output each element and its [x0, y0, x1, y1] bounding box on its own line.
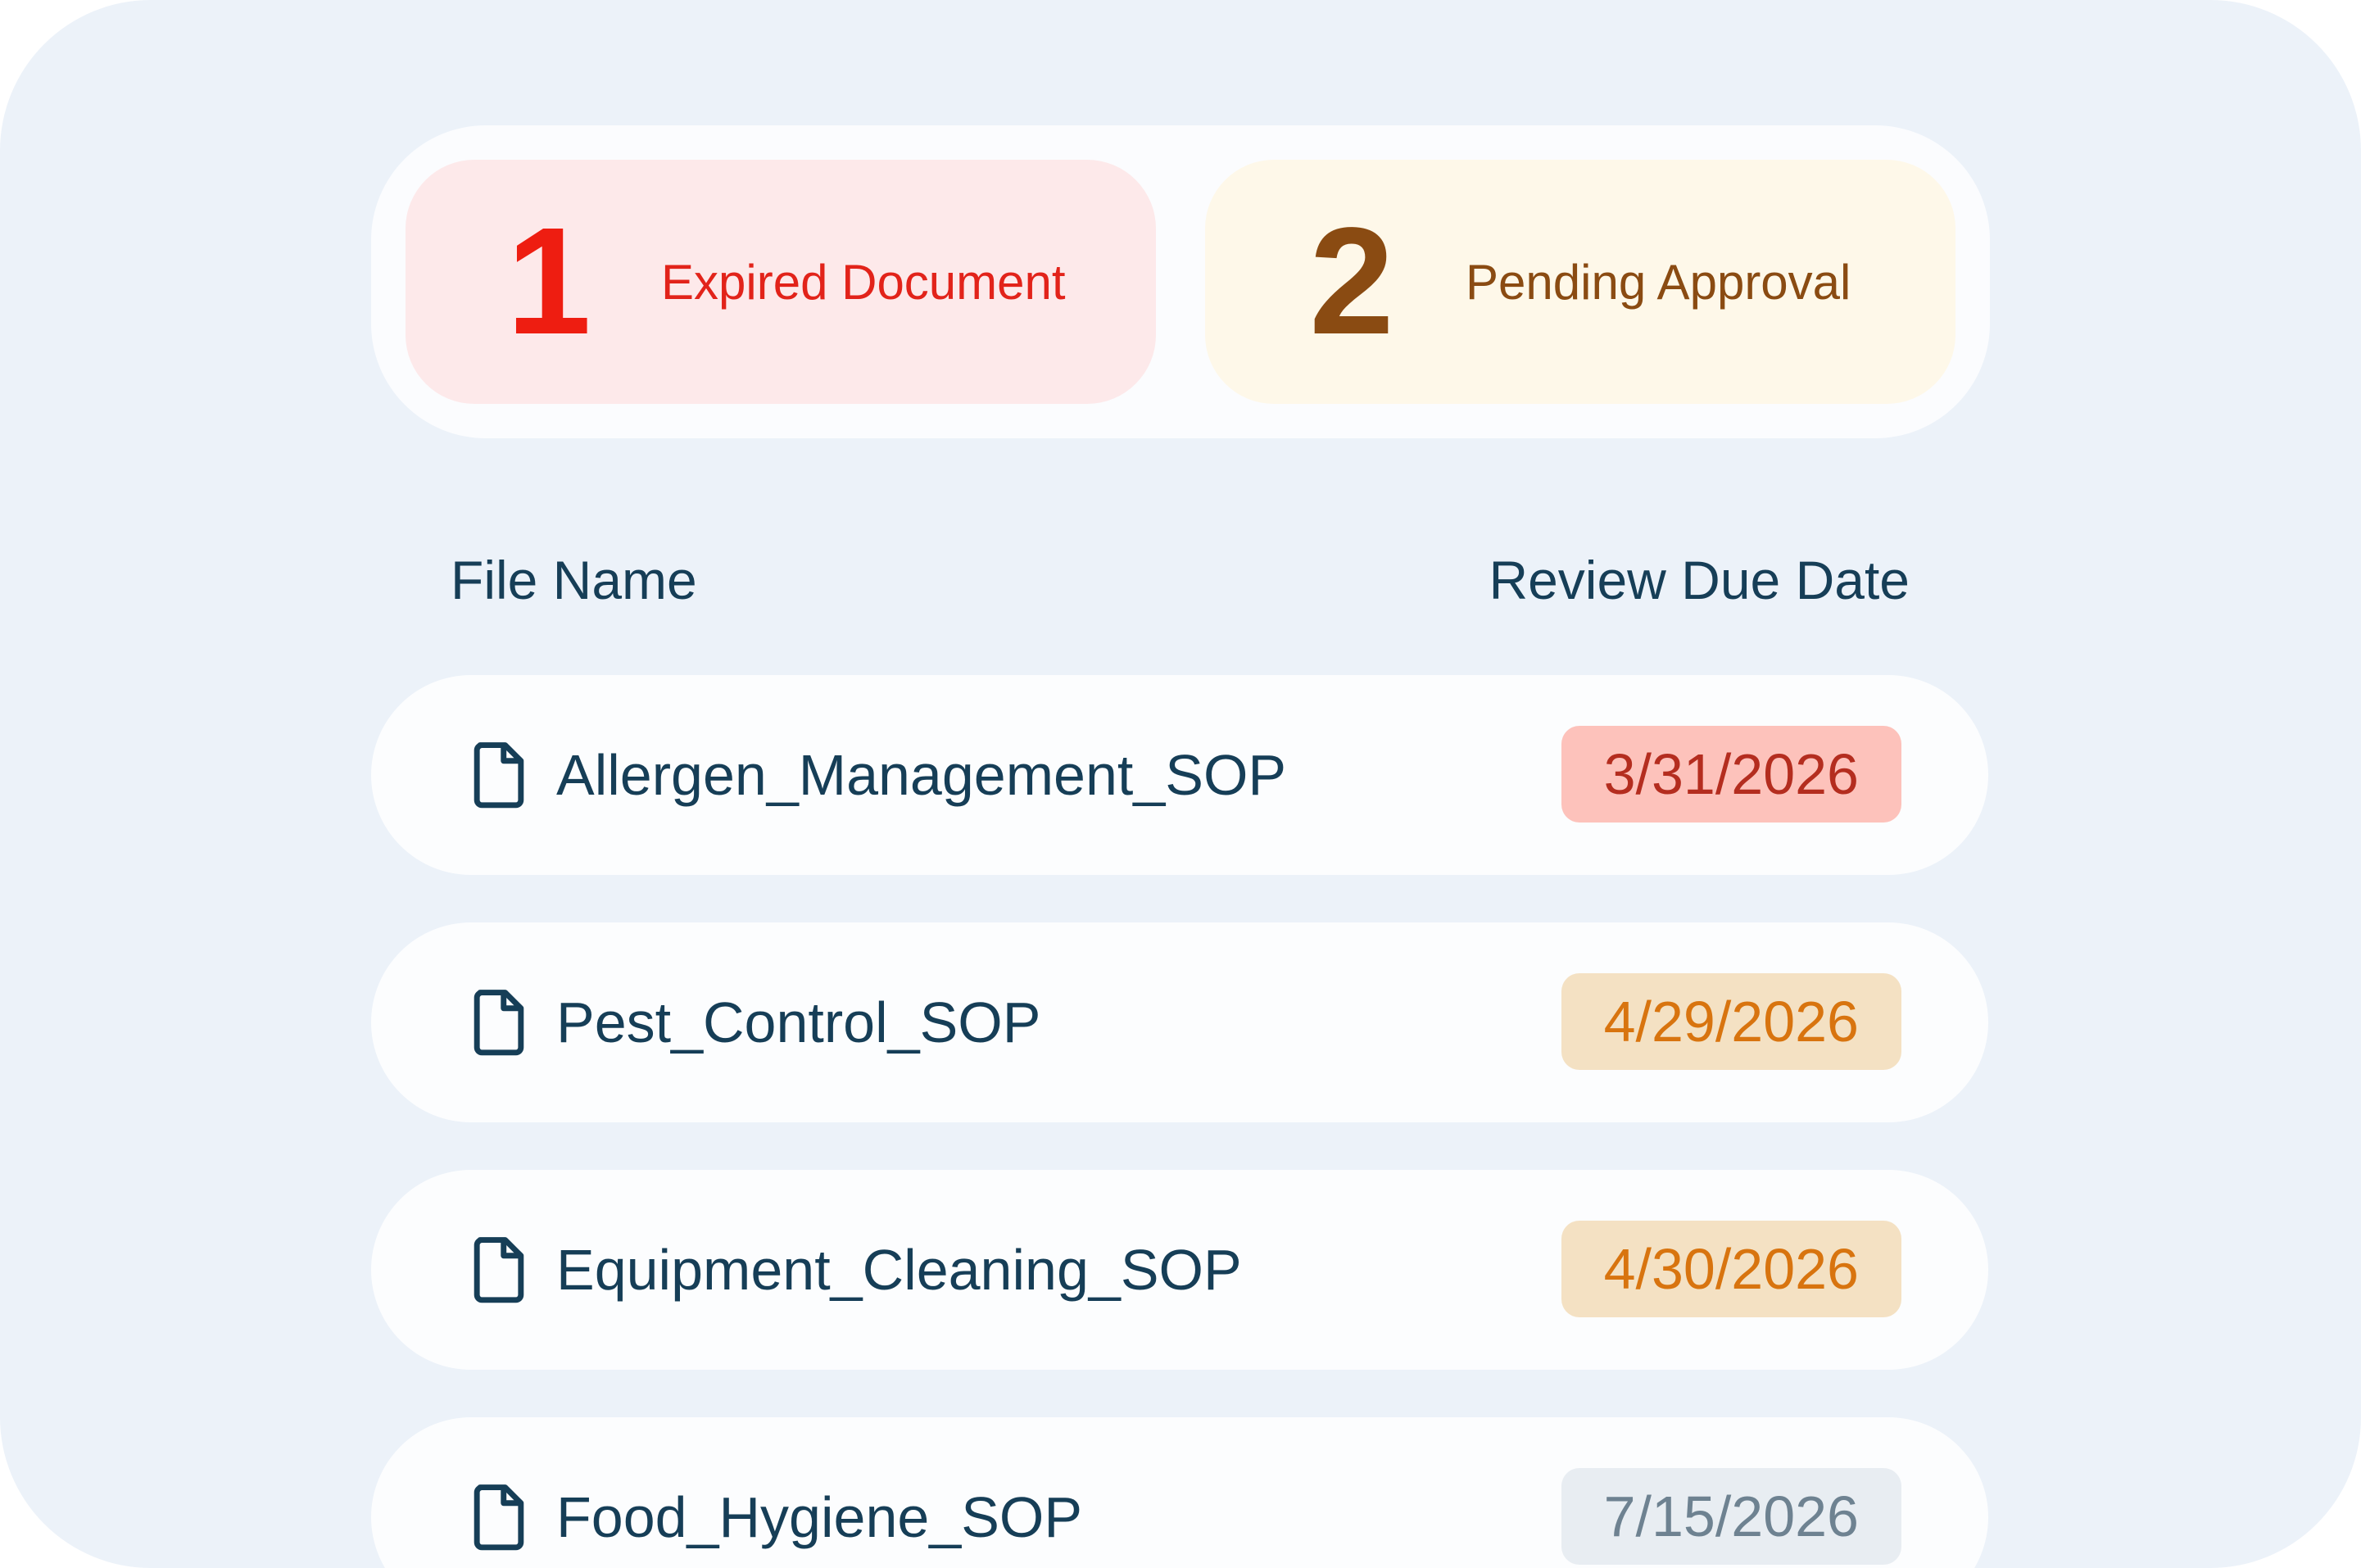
- due-date-badge: 4/30/2026: [1561, 1221, 1901, 1317]
- document-status-panel: 1 Expired Document 2 Pending Approval Fi…: [0, 0, 2361, 1568]
- due-date-badge: 7/15/2026: [1561, 1468, 1901, 1565]
- due-date-badge: 3/31/2026: [1561, 726, 1901, 823]
- file-name-column-header[interactable]: File Name: [451, 547, 697, 613]
- due-date-badge: 4/29/2026: [1561, 973, 1901, 1070]
- file-icon: [474, 1237, 524, 1303]
- pending-count: 2: [1309, 197, 1394, 366]
- file-icon: [474, 1484, 524, 1551]
- pending-label: Pending Approval: [1466, 254, 1851, 310]
- table-row[interactable]: Pest_Control_SOP 4/29/2026: [371, 922, 1988, 1122]
- expired-count: 1: [506, 197, 591, 366]
- file-icon: [474, 742, 524, 809]
- file-icon: [474, 990, 524, 1056]
- expired-label: Expired Document: [661, 254, 1066, 310]
- expired-documents-card[interactable]: 1 Expired Document: [406, 160, 1156, 404]
- status-summary: 1 Expired Document 2 Pending Approval: [371, 125, 1990, 438]
- review-due-date-column-header[interactable]: Review Due Date: [1489, 547, 1910, 613]
- file-name: Allergen_Management_SOP: [556, 743, 1287, 807]
- pending-approval-card[interactable]: 2 Pending Approval: [1205, 160, 1955, 404]
- file-name: Food_Hygiene_SOP: [556, 1485, 1083, 1549]
- table-row[interactable]: Allergen_Management_SOP 3/31/2026: [371, 675, 1988, 875]
- table-row[interactable]: Food_Hygiene_SOP 7/15/2026: [371, 1417, 1988, 1568]
- file-name: Pest_Control_SOP: [556, 990, 1041, 1054]
- file-name: Equipment_Cleaning_SOP: [556, 1238, 1242, 1302]
- table-row[interactable]: Equipment_Cleaning_SOP 4/30/2026: [371, 1170, 1988, 1370]
